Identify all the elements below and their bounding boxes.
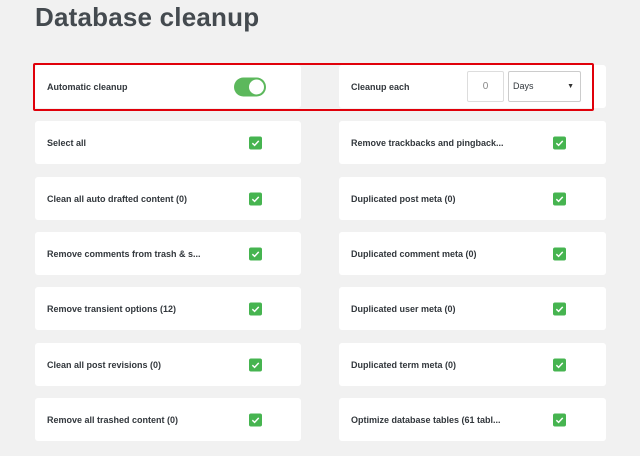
cleanup-unit-select[interactable]: Days ▼ bbox=[508, 71, 581, 102]
cleanup-unit-value: Days bbox=[513, 81, 534, 91]
automatic-cleanup-label: Automatic cleanup bbox=[47, 81, 128, 92]
list-item: Duplicated user meta (0) bbox=[339, 287, 606, 330]
check-icon[interactable] bbox=[249, 413, 262, 426]
check-icon[interactable] bbox=[249, 136, 262, 149]
automatic-cleanup-card: Automatic cleanup bbox=[35, 65, 301, 108]
check-icon[interactable] bbox=[249, 247, 262, 260]
list-item: Duplicated term meta (0) bbox=[339, 343, 606, 386]
check-icon[interactable] bbox=[553, 247, 566, 260]
list-item: Clean all post revisions (0) bbox=[35, 343, 301, 386]
check-icon[interactable] bbox=[553, 302, 566, 315]
cleanup-each-label: Cleanup each bbox=[351, 81, 410, 92]
page-title: Database cleanup bbox=[35, 2, 260, 32]
cleanup-interval-input[interactable]: 0 bbox=[467, 71, 504, 102]
item-label: Remove all trashed content (0) bbox=[47, 414, 179, 425]
list-item: Duplicated post meta (0) bbox=[339, 177, 606, 220]
item-label: Duplicated comment meta (0) bbox=[351, 248, 477, 259]
item-label: Remove comments from trash & s... bbox=[47, 248, 201, 259]
chevron-down-icon: ▼ bbox=[567, 83, 574, 90]
list-item: Remove transient options (12) bbox=[35, 287, 301, 330]
item-label: Remove trackbacks and pingback... bbox=[351, 137, 504, 148]
list-item: Remove trackbacks and pingback... bbox=[339, 121, 606, 164]
automatic-cleanup-toggle[interactable] bbox=[234, 77, 266, 96]
list-item: Optimize database tables (61 tabl... bbox=[339, 398, 606, 441]
item-label: Duplicated post meta (0) bbox=[351, 193, 456, 204]
item-label: Clean all post revisions (0) bbox=[47, 359, 162, 370]
list-item: Select all bbox=[35, 121, 301, 164]
check-icon[interactable] bbox=[553, 358, 566, 371]
check-icon[interactable] bbox=[249, 192, 262, 205]
list-item: Clean all auto drafted content (0) bbox=[35, 177, 301, 220]
check-icon[interactable] bbox=[553, 136, 566, 149]
list-item: Remove all trashed content (0) bbox=[35, 398, 301, 441]
check-icon[interactable] bbox=[249, 358, 262, 371]
item-label: Clean all auto drafted content (0) bbox=[47, 193, 188, 204]
item-label: Duplicated term meta (0) bbox=[351, 359, 457, 370]
check-icon[interactable] bbox=[553, 192, 566, 205]
item-label: Remove transient options (12) bbox=[47, 303, 177, 314]
toggle-knob bbox=[249, 79, 264, 94]
cleanup-interval-card: Cleanup each 0 Days ▼ bbox=[339, 65, 606, 108]
item-label: Optimize database tables (61 tabl... bbox=[351, 414, 501, 425]
item-label: Select all bbox=[47, 137, 87, 148]
list-item: Remove comments from trash & s... bbox=[35, 232, 301, 275]
check-icon[interactable] bbox=[553, 413, 566, 426]
item-label: Duplicated user meta (0) bbox=[351, 303, 456, 314]
check-icon[interactable] bbox=[249, 302, 262, 315]
list-item: Duplicated comment meta (0) bbox=[339, 232, 606, 275]
